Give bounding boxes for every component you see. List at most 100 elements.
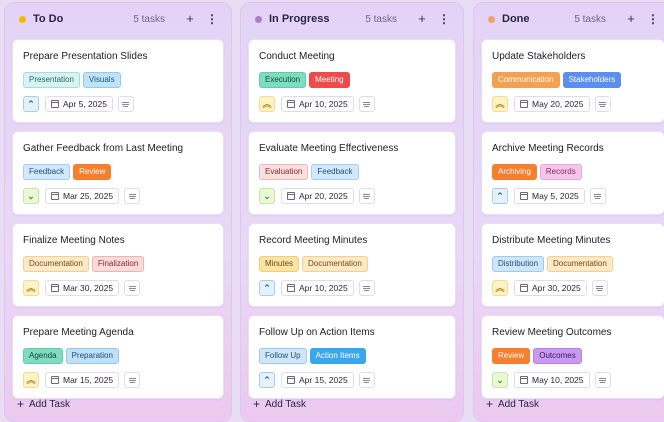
task-title: Archive Meeting Records [492, 143, 604, 154]
tag-badge[interactable]: Outcomes [533, 348, 582, 364]
due-date-text: May 20, 2025 [532, 99, 584, 109]
notes-icon[interactable] [124, 280, 141, 296]
task-card[interactable]: Archive Meeting Records Archiving Records ⌃… [481, 131, 664, 215]
tag-badge[interactable]: Action Items [309, 348, 366, 364]
card-meta: ︽ Mar 30, 2025 [23, 280, 141, 296]
chevron-down-icon[interactable]: ⌄ [23, 188, 39, 204]
due-date[interactable]: Mar 25, 2025 [45, 188, 120, 204]
card-meta: ⌄ Mar 25, 2025 [23, 188, 141, 204]
notes-icon[interactable] [594, 96, 611, 112]
due-date[interactable]: May 20, 2025 [514, 96, 590, 112]
card-meta: ⌃ May 5, 2025 [492, 188, 606, 204]
tag-badge[interactable]: Presentation [23, 72, 80, 88]
notes-icon[interactable] [358, 280, 375, 296]
chevron-up-icon[interactable]: ⌃ [259, 372, 275, 388]
chevron-up-icon[interactable]: ⌃ [23, 96, 39, 112]
chevron-down-icon[interactable]: ⌄ [492, 372, 508, 388]
notes-icon[interactable] [589, 188, 606, 204]
due-date[interactable]: Mar 30, 2025 [45, 280, 120, 296]
due-date[interactable]: May 5, 2025 [514, 188, 585, 204]
tag-badge[interactable]: Communication [492, 72, 560, 88]
task-title: Conduct Meeting [259, 51, 335, 62]
due-date-text: Apr 20, 2025 [299, 191, 348, 201]
task-count: 5 tasks [574, 13, 606, 25]
tag-badge[interactable]: Meeting [309, 72, 350, 88]
tag-badge[interactable]: Visuals [82, 72, 121, 88]
add-task-button[interactable]: + Add Task [241, 387, 463, 421]
tag-badge[interactable]: Agenda [23, 348, 63, 364]
task-title: Follow Up on Action Items [259, 327, 375, 338]
due-date[interactable]: Apr 10, 2025 [281, 280, 354, 296]
notes-icon[interactable] [358, 372, 375, 388]
chevron-up-icon[interactable]: ⌃ [492, 188, 508, 204]
task-card[interactable]: Conduct Meeting Execution Meeting ︽ Apr 10, … [248, 39, 456, 123]
notes-icon[interactable] [117, 96, 134, 112]
tag-badge[interactable]: Documentation [302, 256, 368, 272]
tag-badge[interactable]: Documentation [547, 256, 613, 272]
status-dot-icon [255, 15, 262, 23]
task-card[interactable]: Evaluate Meeting Effectiveness Evaluation… [248, 131, 456, 215]
add-task-button[interactable]: + Add Task [5, 387, 231, 421]
card-meta: ⌃ Apr 15, 2025 [259, 372, 375, 388]
notes-icon[interactable] [591, 280, 608, 296]
notes-icon[interactable] [358, 96, 375, 112]
tag-badge[interactable]: Feedback [23, 164, 71, 180]
task-card[interactable]: Distribute Meeting Minutes Distribution Do… [481, 223, 664, 307]
status-dot-icon [488, 15, 495, 23]
notes-icon[interactable] [124, 372, 141, 388]
tag-badge[interactable]: Finalization [91, 256, 145, 272]
task-title: Evaluate Meeting Effectiveness [259, 143, 399, 154]
tag-badge[interactable]: Review [492, 348, 531, 364]
tag-badge[interactable]: Distribution [492, 256, 545, 272]
more-options-icon[interactable]: ⋮ [646, 12, 660, 26]
status-dot-icon [19, 15, 26, 23]
double-chevron-up-icon[interactable]: ︽ [23, 372, 39, 388]
column-title: In Progress [269, 13, 330, 25]
card-meta: ︽ Apr 30, 2025 [492, 280, 608, 296]
column-1: In Progress 5 tasks + ⋮ Conduct Meeting Execu… [240, 2, 464, 422]
notes-icon[interactable] [594, 372, 611, 388]
calendar-icon [287, 192, 295, 200]
tag-badge[interactable]: Archiving [492, 164, 537, 180]
chevron-down-icon[interactable]: ⌄ [259, 188, 275, 204]
add-icon[interactable]: + [624, 12, 638, 26]
tag-badge[interactable]: Feedback [311, 164, 359, 180]
tag-badge[interactable]: Execution [259, 72, 307, 88]
tag-badge[interactable]: Preparation [65, 348, 119, 364]
task-title: Review Meeting Outcomes [492, 327, 612, 338]
add-icon[interactable]: + [183, 12, 197, 26]
tag-badge[interactable]: Follow Up [259, 348, 307, 364]
notes-icon[interactable] [358, 188, 375, 204]
due-date-text: Mar 25, 2025 [63, 191, 114, 201]
task-card[interactable]: Record Meeting Minutes Minutes Documentati… [248, 223, 456, 307]
tag-badge[interactable]: Documentation [23, 256, 89, 272]
task-card[interactable]: Finalize Meeting Notes Documentation Final… [12, 223, 224, 307]
double-chevron-up-icon[interactable]: ︽ [259, 96, 275, 112]
tag-badge[interactable]: Review [73, 164, 112, 180]
due-date[interactable]: May 10, 2025 [514, 372, 590, 388]
double-chevron-up-icon[interactable]: ︽ [23, 280, 39, 296]
tag-badge[interactable]: Records [539, 164, 582, 180]
double-chevron-up-icon[interactable]: ︽ [492, 96, 508, 112]
double-chevron-up-icon[interactable]: ︽ [492, 280, 508, 296]
more-options-icon[interactable]: ⋮ [205, 12, 219, 26]
task-card[interactable]: Update Stakeholders Communication Stakehol… [481, 39, 664, 123]
notes-icon[interactable] [124, 188, 141, 204]
due-date[interactable]: Apr 10, 2025 [281, 96, 354, 112]
due-date[interactable]: Apr 5, 2025 [45, 96, 113, 112]
more-options-icon[interactable]: ⋮ [437, 12, 451, 26]
tag-badge[interactable]: Evaluation [259, 164, 309, 180]
due-date[interactable]: Mar 15, 2025 [45, 372, 120, 388]
add-icon[interactable]: + [415, 12, 429, 26]
due-date[interactable]: Apr 15, 2025 [281, 372, 354, 388]
task-card[interactable]: Prepare Presentation Slides Presentation V… [12, 39, 224, 123]
add-task-button[interactable]: + Add Task [474, 387, 664, 421]
chevron-up-icon[interactable]: ⌃ [259, 280, 275, 296]
due-date[interactable]: Apr 20, 2025 [281, 188, 354, 204]
tag-badge[interactable]: Minutes [259, 256, 300, 272]
tag-list: Documentation Finalization [23, 256, 145, 272]
due-date[interactable]: Apr 30, 2025 [514, 280, 587, 296]
tag-list: Distribution Documentation [492, 256, 613, 272]
task-card[interactable]: Gather Feedback from Last Meeting Feedbac… [12, 131, 224, 215]
tag-badge[interactable]: Stakeholders [562, 72, 622, 88]
